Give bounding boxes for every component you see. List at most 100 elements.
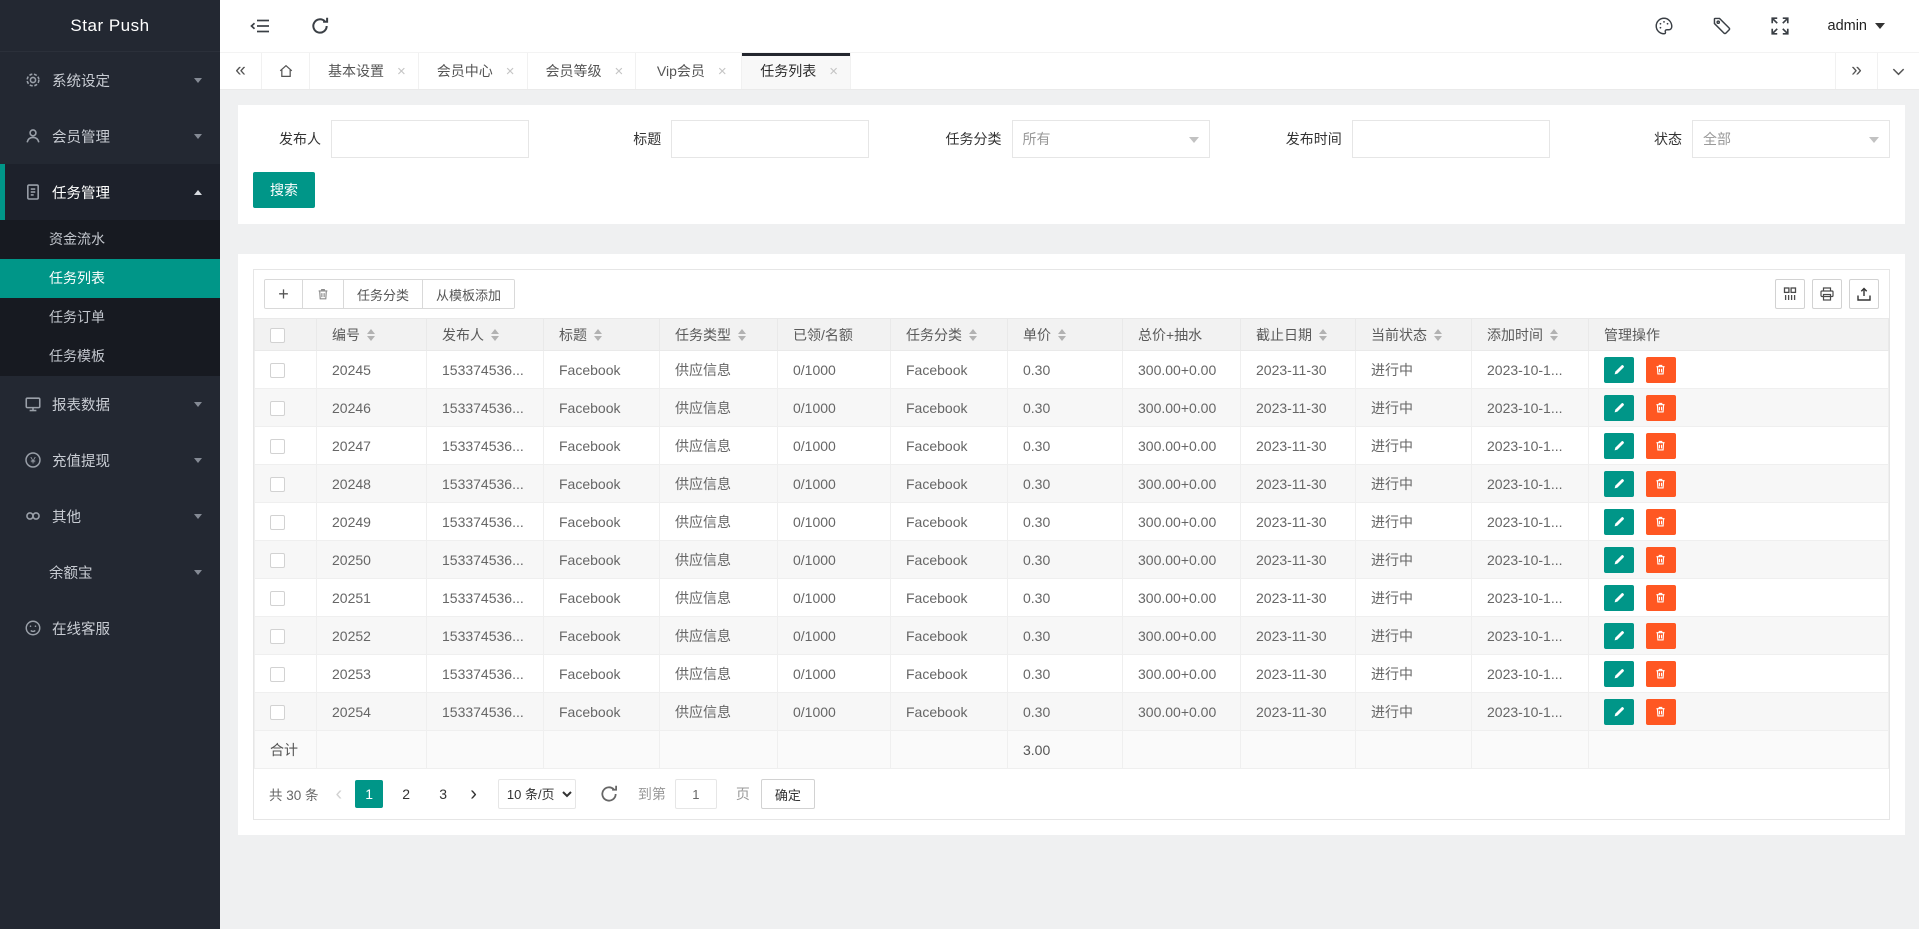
page-size-select[interactable]: 10 条/页 <box>498 779 576 809</box>
sidebar-item-recharge-withdraw[interactable]: ¥ 充值提现 <box>0 432 220 488</box>
export-button[interactable] <box>1849 279 1879 309</box>
row-checkbox[interactable] <box>270 515 285 530</box>
delete-button[interactable] <box>1646 699 1676 725</box>
sidebar-item-online-service[interactable]: 在线客服 <box>0 600 220 656</box>
page-number-3[interactable]: 3 <box>429 780 457 808</box>
home-tab[interactable] <box>262 53 310 89</box>
sidebar-item-member-management[interactable]: 会员管理 <box>0 108 220 164</box>
delete-button[interactable] <box>1646 547 1676 573</box>
page-number-2[interactable]: 2 <box>392 780 420 808</box>
sidebar-item-yuebao[interactable]: 余额宝 <box>0 544 220 600</box>
user-menu[interactable]: admin <box>1828 18 1886 34</box>
table-header-cell[interactable]: 当前状态 <box>1356 319 1472 351</box>
sort-icon[interactable] <box>491 329 499 341</box>
close-icon[interactable]: × <box>615 64 624 79</box>
tab-member-center[interactable]: 会员中心 × <box>419 53 528 89</box>
sort-icon[interactable] <box>1319 329 1327 341</box>
delete-button[interactable] <box>1646 585 1676 611</box>
collapse-menu-icon[interactable] <box>250 16 270 36</box>
tab-task-list[interactable]: 任务列表 × <box>742 53 851 89</box>
row-checkbox[interactable] <box>270 477 285 492</box>
table-header-cell[interactable]: 总价+抽水 <box>1123 319 1241 351</box>
edit-button[interactable] <box>1604 585 1634 611</box>
fullscreen-icon[interactable] <box>1770 16 1790 36</box>
task-category-button[interactable]: 任务分类 <box>344 280 423 308</box>
close-icon[interactable]: × <box>397 64 406 79</box>
delete-button[interactable] <box>1646 509 1676 535</box>
sidebar-item-task-orders[interactable]: 任务订单 <box>0 298 220 337</box>
sidebar-item-system-settings[interactable]: 系统设定 <box>0 52 220 108</box>
edit-button[interactable] <box>1604 547 1634 573</box>
title-input[interactable] <box>671 120 869 158</box>
delete-button[interactable] <box>1646 395 1676 421</box>
table-header-cell[interactable]: 标题 <box>544 319 660 351</box>
edit-button[interactable] <box>1604 395 1634 421</box>
publisher-input[interactable] <box>331 120 529 158</box>
table-header-cell[interactable]: 任务分类 <box>891 319 1008 351</box>
table-header-cell[interactable]: 编号 <box>317 319 427 351</box>
status-select[interactable]: 全部 <box>1692 120 1890 158</box>
close-icon[interactable]: × <box>506 64 515 79</box>
delete-selected-button[interactable] <box>303 280 344 308</box>
edit-button[interactable] <box>1604 661 1634 687</box>
row-checkbox[interactable] <box>270 363 285 378</box>
columns-filter-button[interactable] <box>1775 279 1805 309</box>
refresh-icon[interactable] <box>310 16 330 36</box>
tag-icon[interactable] <box>1712 16 1732 36</box>
edit-button[interactable] <box>1604 471 1634 497</box>
sidebar-item-task-management[interactable]: 任务管理 <box>0 164 220 220</box>
table-header-cell[interactable]: 任务类型 <box>660 319 778 351</box>
edit-button[interactable] <box>1604 699 1634 725</box>
delete-button[interactable] <box>1646 623 1676 649</box>
refresh-table-icon[interactable] <box>599 784 619 804</box>
tabs-scroll-left-button[interactable]: « <box>220 53 262 89</box>
table-header-cell[interactable]: 发布人 <box>427 319 544 351</box>
sort-icon[interactable] <box>594 329 602 341</box>
sort-icon[interactable] <box>738 329 746 341</box>
page-number-1[interactable]: 1 <box>355 780 383 808</box>
confirm-page-button[interactable]: 确定 <box>761 779 815 809</box>
edit-button[interactable] <box>1604 509 1634 535</box>
tabs-scroll-right-button[interactable]: » <box>1835 53 1877 89</box>
sort-icon[interactable] <box>1058 329 1066 341</box>
table-header-cell[interactable]: 已领/名额 <box>778 319 891 351</box>
sort-icon[interactable] <box>367 329 375 341</box>
table-header-cell[interactable]: 截止日期 <box>1241 319 1356 351</box>
select-all-checkbox[interactable] <box>270 328 285 343</box>
task-category-select[interactable]: 所有 <box>1012 120 1210 158</box>
table-header-cell[interactable]: 单价 <box>1008 319 1123 351</box>
next-page-button[interactable]: › <box>466 784 481 804</box>
goto-page-input[interactable] <box>675 779 717 809</box>
prev-page-button[interactable]: ‹ <box>332 784 347 804</box>
add-task-button[interactable]: + <box>265 280 303 308</box>
sort-icon[interactable] <box>1434 329 1442 341</box>
tab-vip-member[interactable]: Vip会员 × <box>636 53 742 89</box>
print-button[interactable] <box>1812 279 1842 309</box>
search-button[interactable]: 搜索 <box>253 172 315 208</box>
tab-basic-settings[interactable]: 基本设置 × <box>310 53 419 89</box>
sidebar-item-task-templates[interactable]: 任务模板 <box>0 337 220 376</box>
close-icon[interactable]: × <box>718 64 727 79</box>
sidebar-item-task-list[interactable]: 任务列表 <box>0 259 220 298</box>
sort-icon[interactable] <box>969 329 977 341</box>
row-checkbox[interactable] <box>270 591 285 606</box>
edit-button[interactable] <box>1604 357 1634 383</box>
sidebar-item-fund-flow[interactable]: 资金流水 <box>0 220 220 259</box>
add-from-template-button[interactable]: 从模板添加 <box>423 280 514 308</box>
sort-icon[interactable] <box>1550 329 1558 341</box>
delete-button[interactable] <box>1646 357 1676 383</box>
tabs-menu-button[interactable] <box>1877 53 1919 89</box>
theme-palette-icon[interactable] <box>1654 16 1674 36</box>
row-checkbox[interactable] <box>270 439 285 454</box>
row-checkbox[interactable] <box>270 401 285 416</box>
delete-button[interactable] <box>1646 433 1676 459</box>
edit-button[interactable] <box>1604 623 1634 649</box>
edit-button[interactable] <box>1604 433 1634 459</box>
close-icon[interactable]: × <box>829 64 838 79</box>
sidebar-item-other[interactable]: 其他 <box>0 488 220 544</box>
row-checkbox[interactable] <box>270 667 285 682</box>
row-checkbox[interactable] <box>270 553 285 568</box>
table-header-cell[interactable]: 添加时间 <box>1472 319 1589 351</box>
table-header-cell[interactable]: 管理操作 <box>1589 319 1889 351</box>
delete-button[interactable] <box>1646 471 1676 497</box>
